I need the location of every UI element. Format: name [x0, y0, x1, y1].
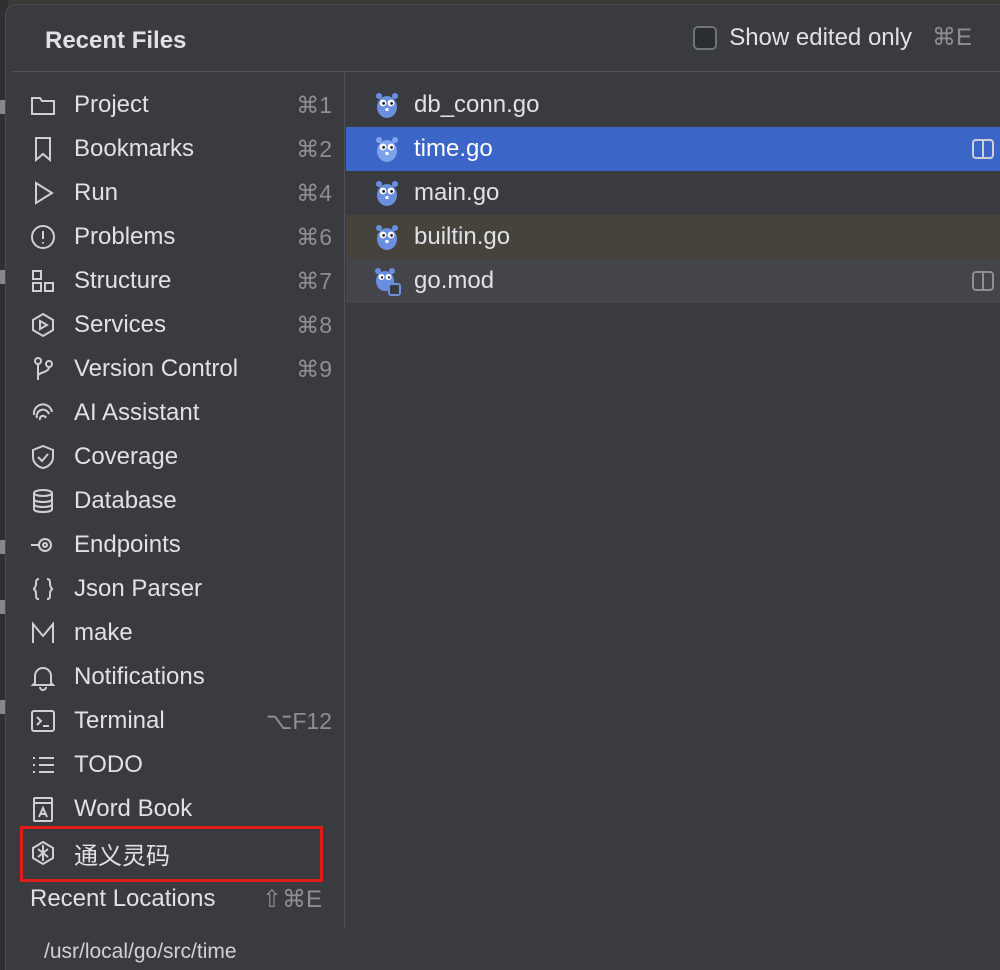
tool-window-item-coverage[interactable]: Coverage	[20, 435, 332, 479]
folder-icon	[28, 90, 58, 120]
tool-window-label: Version Control	[74, 355, 239, 382]
tool-window-item-run[interactable]: Run ⌘4	[20, 171, 332, 215]
tool-window-label: Bookmarks	[74, 135, 195, 162]
file-name: main.go	[414, 179, 500, 206]
tool-window-item-word-book[interactable]: Word Book	[20, 787, 332, 831]
todo-list-icon	[28, 750, 58, 780]
tool-window-shortcut: ⌘4	[296, 179, 332, 206]
gopher-icon	[372, 222, 402, 252]
tool-window-label: Run	[74, 179, 119, 206]
terminal-icon	[28, 706, 58, 736]
bell-icon	[28, 662, 58, 692]
tool-window-list: Project ⌘1 Bookmarks ⌘2 Run ⌘4 Problems …	[20, 83, 332, 875]
file-item[interactable]: db_conn.go	[346, 83, 1000, 127]
services-icon	[28, 310, 58, 340]
word-book-icon	[28, 794, 58, 824]
recent-locations-shortcut: ⇧⌘E	[261, 886, 322, 913]
tool-window-label: Problems	[74, 223, 176, 250]
shield-icon	[28, 442, 58, 472]
tool-window-label: Coverage	[74, 443, 179, 470]
split-view-icon[interactable]	[972, 139, 994, 159]
recent-files-popup: Recent Files Show edited only ⌘E Project…	[6, 5, 1000, 970]
database-icon	[28, 486, 58, 516]
file-name: go.mod	[414, 267, 495, 294]
show-edited-label: Show edited only	[729, 23, 912, 51]
tool-window-label: Services	[74, 311, 167, 338]
tool-window-item-project[interactable]: Project ⌘1	[20, 83, 332, 127]
tool-window-item-todo[interactable]: TODO	[20, 743, 332, 787]
tool-window-item-ai-assistant[interactable]: AI Assistant	[20, 391, 332, 435]
tool-window-item-database[interactable]: Database	[20, 479, 332, 523]
popup-title: Recent Files	[45, 27, 187, 54]
show-edited-shortcut: ⌘E	[931, 24, 972, 51]
gopher-icon	[372, 178, 402, 208]
tool-window-label: Database	[74, 487, 177, 514]
tool-window-item-make[interactable]: make	[20, 611, 332, 655]
tool-window-shortcut: ⌘2	[296, 135, 332, 162]
tool-window-item-notifications[interactable]: Notifications	[20, 655, 332, 699]
endpoints-icon	[28, 530, 58, 560]
gopher-icon	[372, 90, 402, 120]
file-name: db_conn.go	[414, 91, 540, 118]
recent-locations-link[interactable]: Recent Locations ⇧⌘E	[30, 885, 322, 914]
make-icon	[28, 618, 58, 648]
problems-icon	[28, 222, 58, 252]
ai-assistant-icon	[28, 398, 58, 428]
header-divider	[12, 71, 1000, 72]
tool-window-item-terminal[interactable]: Terminal ⌥F12	[20, 699, 332, 743]
tool-window-shortcut: ⌘1	[296, 91, 332, 118]
tool-window-shortcut: ⌘9	[296, 355, 332, 382]
panel-divider	[344, 72, 345, 928]
run-icon	[28, 178, 58, 208]
tool-window-item-endpoints[interactable]: Endpoints	[20, 523, 332, 567]
tool-window-item-services[interactable]: Services ⌘8	[20, 303, 332, 347]
tool-window-item-structure[interactable]: Structure ⌘7	[20, 259, 332, 303]
file-name: time.go	[414, 135, 493, 162]
tool-window-label: Endpoints	[74, 531, 181, 558]
show-edited-only-toggle[interactable]: Show edited only ⌘E	[693, 23, 972, 52]
tool-window-label: TODO	[74, 751, 143, 778]
tool-window-label: AI Assistant	[74, 399, 200, 426]
tool-window-item-version-control[interactable]: Version Control ⌘9	[20, 347, 332, 391]
gopher-mod-icon	[372, 266, 402, 296]
file-item-hover[interactable]: go.mod	[346, 259, 1000, 303]
tool-window-label: Word Book	[74, 795, 193, 822]
file-item-selected[interactable]: time.go	[346, 127, 1000, 171]
tool-window-label: make	[74, 619, 133, 646]
file-item-modified[interactable]: builtin.go	[346, 215, 1000, 259]
bookmark-icon	[28, 134, 58, 164]
tool-window-label: Json Parser	[74, 575, 203, 602]
tool-window-label: Project	[74, 91, 149, 118]
highlight-annotation-box	[20, 826, 323, 882]
vcs-branch-icon	[28, 354, 58, 384]
recent-files-list: db_conn.go time.go main.go builtin.go go…	[346, 83, 1000, 303]
tool-window-shortcut: ⌘8	[296, 311, 332, 338]
tool-window-item-json-parser[interactable]: Json Parser	[20, 567, 332, 611]
show-edited-checkbox[interactable]	[693, 25, 718, 50]
tool-window-item-bookmarks[interactable]: Bookmarks ⌘2	[20, 127, 332, 171]
recent-locations-label: Recent Locations	[30, 885, 216, 912]
tool-window-shortcut: ⌥F12	[265, 707, 332, 734]
footer-path: /usr/local/go/src/time	[44, 940, 237, 963]
tool-window-label: Terminal	[74, 707, 165, 734]
file-item[interactable]: main.go	[346, 171, 1000, 215]
tool-window-shortcut: ⌘6	[296, 223, 332, 250]
tool-window-label: Notifications	[74, 663, 205, 690]
structure-icon	[28, 266, 58, 296]
braces-icon	[28, 574, 58, 604]
tool-window-item-problems[interactable]: Problems ⌘6	[20, 215, 332, 259]
tool-window-shortcut: ⌘7	[296, 267, 332, 294]
tool-window-label: Structure	[74, 267, 172, 294]
file-name: builtin.go	[414, 223, 511, 250]
split-view-icon[interactable]	[972, 271, 994, 291]
gopher-icon	[372, 134, 402, 164]
